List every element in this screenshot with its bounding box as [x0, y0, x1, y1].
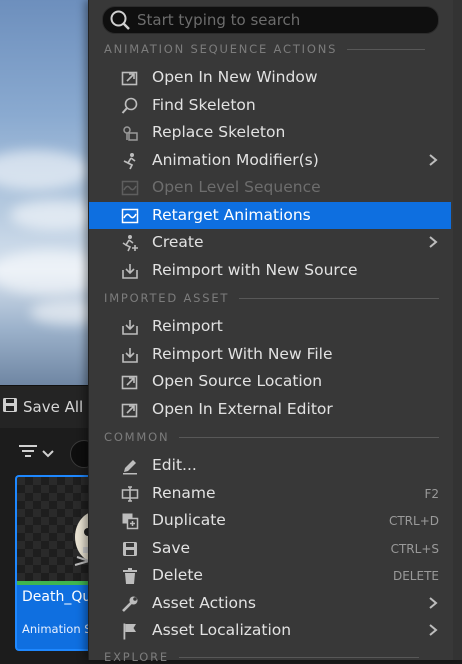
content-browser-toolbar: Save All	[0, 385, 100, 428]
external-editor-icon	[121, 401, 139, 419]
chevron-right-icon	[427, 623, 439, 637]
chevron-down-icon	[42, 444, 54, 463]
section-animation-sequence-actions: ANIMATION SEQUENCE ACTIONS	[104, 42, 426, 56]
menu-item-reimport-with-new-source[interactable]: Reimport with New Source	[89, 257, 451, 284]
level-sequence-icon	[121, 179, 139, 197]
animation-modifier-icon	[121, 152, 139, 170]
level-viewport[interactable]	[0, 0, 100, 385]
chevron-right-icon	[427, 153, 439, 167]
trash-icon	[121, 567, 139, 585]
menu-item-open-source-location[interactable]: Open Source Location	[89, 368, 451, 395]
pencil-icon	[121, 457, 139, 475]
open-window-icon	[121, 69, 139, 87]
menu-item-find-skeleton[interactable]: Find Skeleton	[89, 92, 451, 119]
replace-skeleton-icon	[121, 124, 139, 142]
menu-item-edit[interactable]: Edit...	[89, 452, 451, 479]
save-all-label: Save All	[23, 398, 84, 416]
menu-search-input[interactable]	[137, 11, 438, 29]
chevron-right-icon	[427, 596, 439, 610]
rename-icon	[121, 485, 139, 503]
save-icon	[2, 397, 18, 417]
save-all-button[interactable]: Save All	[2, 396, 83, 418]
section-explore: EXPLORE	[104, 650, 419, 664]
menu-item-create[interactable]: Create	[89, 229, 451, 256]
menu-item-save[interactable]: Save CTRL+S	[89, 535, 451, 562]
duplicate-icon	[121, 512, 139, 530]
wrench-icon	[121, 595, 139, 613]
menu-scrollbar[interactable]	[453, 0, 462, 660]
retarget-animations-icon	[121, 207, 139, 225]
section-imported-asset: IMPORTED ASSET	[104, 291, 440, 305]
create-icon	[121, 234, 139, 252]
menu-item-delete[interactable]: Delete DELETE	[89, 562, 451, 589]
save-icon	[121, 540, 139, 558]
reimport-icon	[121, 346, 139, 364]
search-icon	[109, 9, 131, 31]
flag-icon	[121, 622, 139, 640]
menu-item-asset-actions[interactable]: Asset Actions	[89, 590, 451, 617]
asset-type: Animation S.	[22, 622, 96, 636]
reimport-icon	[121, 318, 139, 336]
find-skeleton-icon	[121, 97, 139, 115]
menu-item-open-in-new-window[interactable]: Open In New Window	[89, 64, 451, 91]
filter-icon	[18, 443, 38, 463]
reimport-icon	[121, 262, 139, 280]
menu-item-open-in-external-editor[interactable]: Open In External Editor	[89, 396, 451, 423]
menu-item-asset-localization[interactable]: Asset Localization	[89, 617, 451, 644]
section-common: COMMON	[104, 430, 440, 444]
menu-item-open-level-sequence: Open Level Sequence	[89, 174, 451, 201]
menu-item-animation-modifiers[interactable]: Animation Modifier(s)	[89, 147, 451, 174]
menu-item-duplicate[interactable]: Duplicate CTRL+D	[89, 507, 451, 534]
menu-item-rename[interactable]: Rename F2	[89, 480, 451, 507]
menu-item-replace-skeleton[interactable]: Replace Skeleton	[89, 119, 451, 146]
menu-search-box[interactable]	[102, 6, 439, 34]
filter-button[interactable]	[18, 443, 54, 463]
menu-item-reimport[interactable]: Reimport	[89, 313, 451, 340]
menu-item-retarget-animations[interactable]: Retarget Animations	[89, 202, 451, 229]
menu-item-reimport-with-new-file[interactable]: Reimport With New File	[89, 341, 451, 368]
chevron-right-icon	[427, 235, 439, 249]
open-location-icon	[121, 373, 139, 391]
context-menu: ANIMATION SEQUENCE ACTIONS Open In New W…	[88, 0, 462, 664]
